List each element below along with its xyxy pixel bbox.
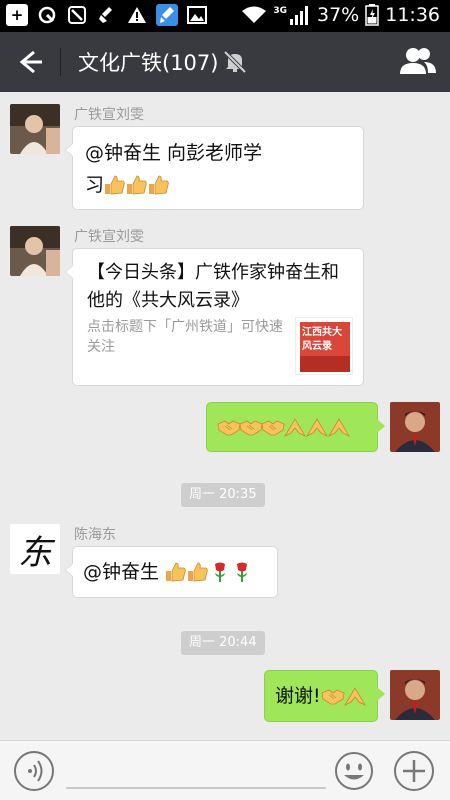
chat-title: 文化广铁(107) bbox=[78, 51, 219, 75]
message-bubble-self[interactable]: 谢谢! bbox=[264, 670, 385, 722]
thumbs-up-icon bbox=[126, 174, 148, 196]
thumbs-up-icon bbox=[165, 561, 187, 583]
clap-icon bbox=[343, 685, 366, 707]
message-text: 谢谢! bbox=[275, 685, 321, 707]
handshake-icon bbox=[261, 416, 285, 438]
handshake-icon bbox=[217, 416, 241, 438]
avatar[interactable] bbox=[10, 104, 60, 154]
title-bar: 文化广铁(107) bbox=[0, 32, 450, 92]
handshake-icon bbox=[239, 416, 263, 438]
clap-icon bbox=[305, 416, 329, 438]
rose-icon bbox=[231, 561, 253, 583]
voice-icon bbox=[28, 760, 43, 782]
smiley-icon bbox=[335, 752, 373, 790]
message-text: @钟奋生 bbox=[83, 561, 166, 583]
avatar[interactable]: 东 bbox=[10, 524, 60, 574]
emoji-button[interactable] bbox=[334, 751, 374, 791]
avatar-self[interactable] bbox=[390, 670, 440, 720]
sync-icon bbox=[36, 4, 58, 26]
image-icon bbox=[186, 4, 208, 26]
avatar-calligraphy: 东 bbox=[18, 532, 52, 573]
message-bubble[interactable]: @钟奋生 bbox=[65, 546, 278, 598]
wifi-icon bbox=[242, 6, 267, 23]
article-description: 点击标题下「广州铁道」可快速关注 bbox=[87, 319, 283, 355]
warning-icon bbox=[126, 4, 148, 26]
signal-icon bbox=[290, 6, 308, 25]
network-type: 3G bbox=[273, 6, 287, 16]
rose-icon bbox=[209, 561, 231, 583]
title-divider bbox=[60, 48, 61, 76]
thumbnail-text: 江西共大 bbox=[302, 327, 342, 338]
battery-percent: 37% bbox=[317, 4, 360, 26]
add-notification-icon: + bbox=[6, 4, 28, 26]
more-options-button[interactable] bbox=[394, 751, 434, 791]
message-text: @钟奋生 向彭老师学 bbox=[85, 142, 263, 164]
back-arrow-icon bbox=[19, 50, 42, 74]
clean-icon bbox=[96, 4, 118, 26]
block-icon bbox=[66, 4, 88, 26]
thumbs-up-icon bbox=[187, 561, 209, 583]
avatar[interactable] bbox=[10, 226, 60, 276]
thumbs-up-icon bbox=[104, 174, 126, 196]
timestamp: 周一 20:35 bbox=[181, 483, 265, 507]
sender-name: 陈海东 bbox=[74, 527, 116, 543]
message-input[interactable] bbox=[66, 757, 326, 789]
clock: 11:36 bbox=[385, 4, 440, 26]
avatar-self[interactable] bbox=[390, 402, 440, 452]
clap-icon bbox=[283, 416, 307, 438]
article-title: 【今日头条】广铁作家钟奋生和他的《共大风云录》 bbox=[87, 262, 339, 311]
plus-icon bbox=[403, 760, 425, 782]
brush-app-icon bbox=[156, 4, 178, 26]
message-bubble-self[interactable] bbox=[206, 402, 385, 452]
group-members-icon bbox=[400, 48, 436, 74]
thumbnail-text: 风云录 bbox=[302, 341, 332, 352]
battery-icon bbox=[365, 4, 379, 26]
article-thumbnail: 江西共大 风云录 bbox=[295, 317, 353, 375]
back-button[interactable] bbox=[14, 46, 46, 78]
status-bar: + 3G 37% 11:36 bbox=[0, 0, 450, 32]
message-text: 习 bbox=[85, 174, 105, 196]
group-members-button[interactable] bbox=[400, 46, 436, 78]
clap-icon bbox=[327, 416, 351, 438]
input-bar bbox=[0, 740, 450, 800]
sender-name: 广铁宣刘雯 bbox=[74, 229, 144, 245]
handshake-icon bbox=[321, 685, 345, 707]
mute-bell-icon bbox=[222, 49, 248, 75]
thumbs-up-icon bbox=[148, 174, 170, 196]
voice-input-button[interactable] bbox=[14, 751, 54, 791]
timestamp: 周一 20:44 bbox=[181, 631, 265, 655]
message-bubble[interactable]: @钟奋生 向彭老师学 习 bbox=[65, 126, 364, 210]
article-card[interactable]: 【今日头条】广铁作家钟奋生和他的《共大风云录》 点击标题下「广州铁道」可快速关注… bbox=[65, 248, 364, 386]
sender-name: 广铁宣刘雯 bbox=[74, 107, 144, 123]
